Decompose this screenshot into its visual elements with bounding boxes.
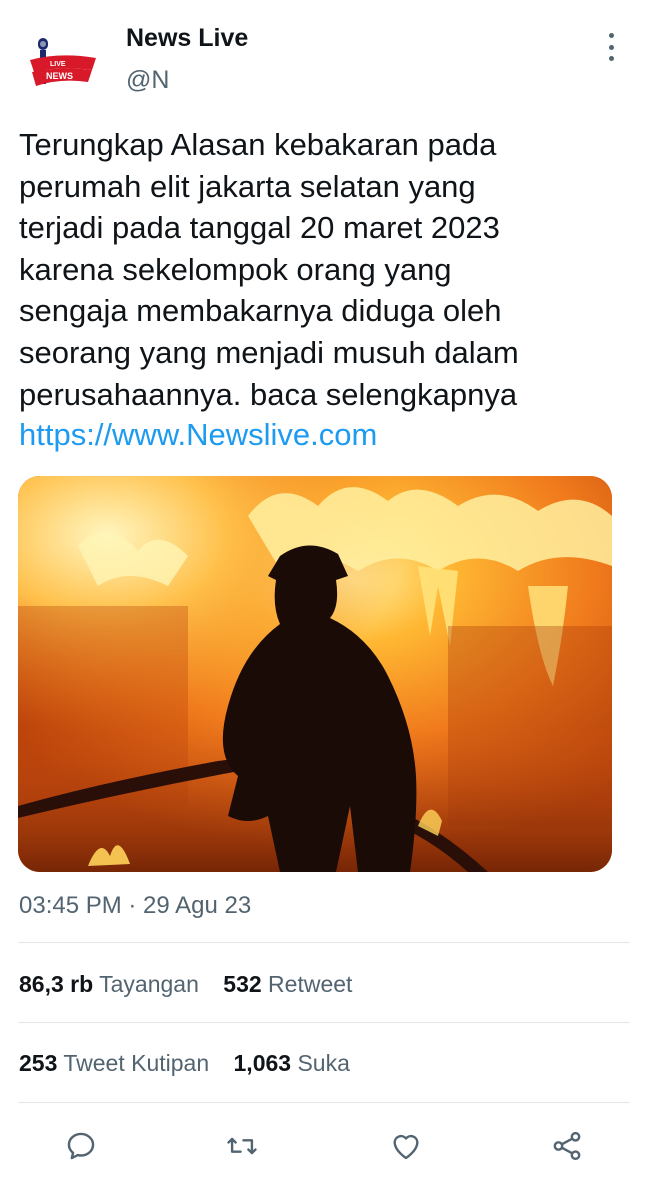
logo-news-text: NEWS	[46, 71, 73, 81]
more-options-button[interactable]	[596, 30, 626, 64]
quotes-label: Tweet Kutipan	[63, 1050, 210, 1076]
fire-photo	[18, 476, 612, 872]
divider	[18, 1022, 630, 1023]
likes-stat[interactable]: 1,063 Suka	[234, 1050, 350, 1077]
tweet-timestamp[interactable]: 03:45 PM · 29 Agu 23	[19, 892, 251, 920]
share-button[interactable]	[545, 1124, 589, 1168]
tweet-image[interactable]	[18, 476, 612, 872]
like-button[interactable]	[384, 1124, 428, 1168]
divider	[18, 942, 630, 943]
views-label: Tayangan	[99, 971, 199, 997]
retweets-label: Retweet	[268, 971, 353, 997]
retweets-count: 532	[223, 971, 262, 997]
author-name[interactable]: News Live	[126, 24, 248, 53]
likes-count: 1,063	[233, 1050, 292, 1076]
retweets-stat[interactable]: 532 Retweet	[223, 971, 352, 998]
more-vertical-icon	[608, 33, 614, 38]
divider	[18, 1102, 630, 1103]
reply-button[interactable]	[59, 1124, 103, 1168]
tweet-actions	[0, 1112, 649, 1182]
stats-row-views-retweets: 86,3 rb Tayangan 532 Retweet	[19, 971, 352, 998]
like-icon	[393, 1134, 419, 1160]
retweet-icon	[227, 1137, 257, 1155]
avatar[interactable]: LIVE NEWS	[20, 26, 104, 110]
retweet-button[interactable]	[220, 1124, 264, 1168]
views-count: 86,3 rb	[19, 971, 94, 997]
tweet-link[interactable]: https://www.Newslive.com	[19, 414, 377, 456]
tweet-text: Terungkap Alasan kebakaran pada perumah …	[19, 127, 519, 412]
reply-icon	[67, 1132, 95, 1160]
stats-row-quotes-likes: 253 Tweet Kutipan 1,063 Suka	[19, 1050, 350, 1077]
likes-label: Suka	[297, 1050, 350, 1076]
more-dot	[608, 44, 614, 50]
tweet-header: LIVE NEWS News Live @N	[0, 0, 649, 110]
quotes-count: 253	[19, 1050, 58, 1076]
news-live-logo: LIVE NEWS	[30, 38, 96, 86]
share-icon	[553, 1131, 581, 1161]
more-dot	[608, 56, 614, 61]
quotes-stat[interactable]: 253 Tweet Kutipan	[19, 1050, 209, 1077]
views-stat: 86,3 rb Tayangan	[19, 971, 199, 998]
author-handle[interactable]: @N	[126, 66, 169, 95]
logo-live-text: LIVE	[50, 61, 66, 68]
